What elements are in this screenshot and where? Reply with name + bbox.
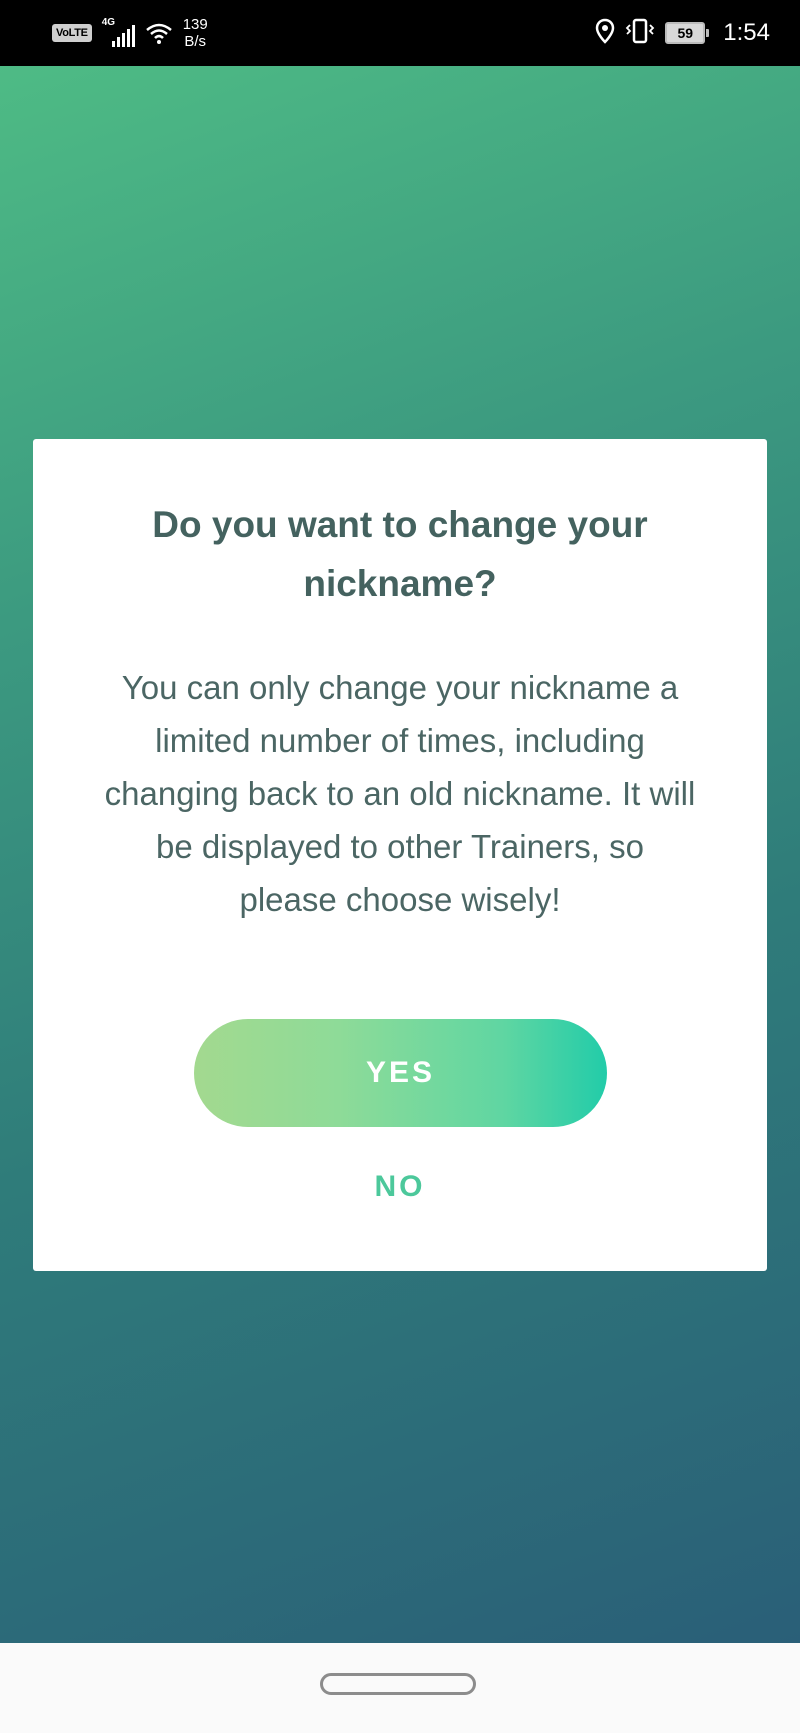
status-bar-right: 59 1:54 xyxy=(595,0,770,66)
clock: 1:54 xyxy=(723,19,770,46)
change-nickname-dialog: Do you want to change your nickname? You… xyxy=(33,439,767,1271)
network-speed-unit: B/s xyxy=(184,33,207,50)
battery-level: 59 xyxy=(665,22,706,44)
dialog-message: You can only change your nickname a limi… xyxy=(104,669,696,918)
cell-signal-icon: 4G xyxy=(101,17,135,47)
location-icon xyxy=(595,18,615,49)
vibrate-icon xyxy=(625,18,655,49)
yes-button[interactable]: YES xyxy=(194,1019,607,1127)
battery-icon: 59 xyxy=(665,22,710,44)
no-button[interactable]: NO xyxy=(300,1161,500,1213)
status-bar-left: VoLTE 4G 139 B/s xyxy=(52,0,208,66)
network-speed: 139 B/s xyxy=(183,16,208,50)
home-gesture-handle[interactable] xyxy=(320,1673,476,1695)
wifi-icon xyxy=(145,21,173,45)
volte-icon: VoLTE xyxy=(52,24,92,42)
network-speed-value: 139 xyxy=(182,16,208,33)
network-type-label: 4G xyxy=(101,17,116,28)
navigation-bar xyxy=(0,1643,800,1733)
dialog-title: Do you want to change your nickname? xyxy=(152,504,648,604)
status-bar: VoLTE 4G 139 B/s 59 1:54 xyxy=(0,0,800,66)
